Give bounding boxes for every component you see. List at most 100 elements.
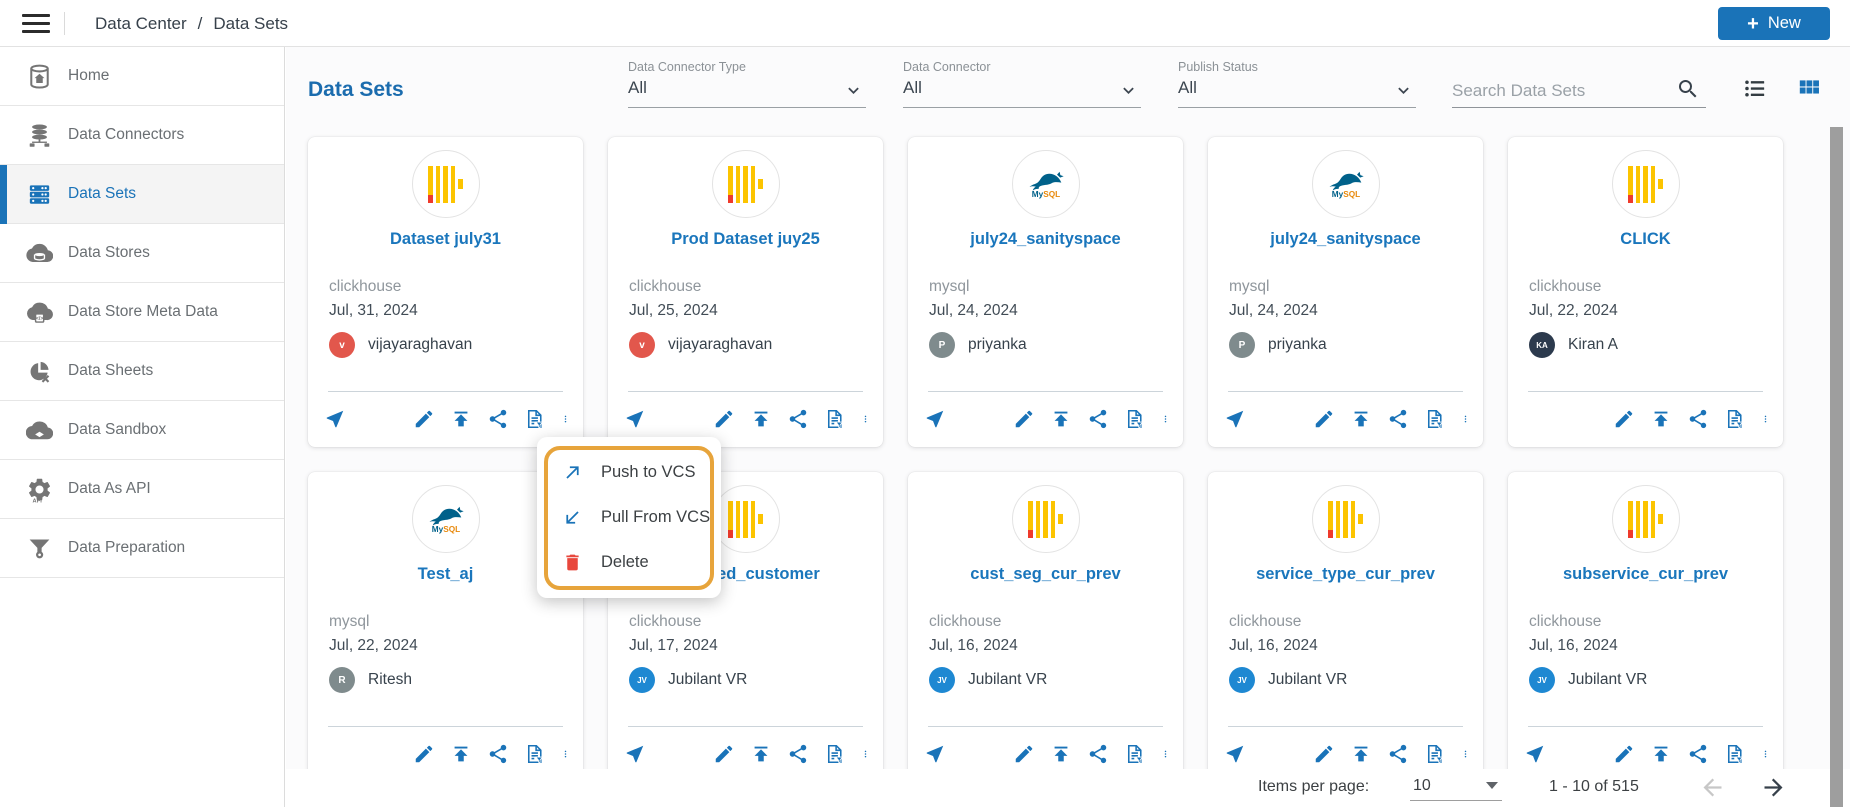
more-options-icon[interactable]: [1761, 743, 1770, 765]
edit-icon[interactable]: [1313, 743, 1335, 765]
card-action-bar: [624, 735, 870, 773]
copy-filter-icon[interactable]: [1424, 408, 1446, 430]
share-icon[interactable]: [1687, 408, 1709, 430]
breadcrumb-data-sets[interactable]: Data Sets: [213, 14, 288, 34]
dataset-name-link[interactable]: CLICK: [1512, 230, 1779, 249]
more-options-icon[interactable]: [1461, 743, 1470, 765]
copy-filter-icon[interactable]: [524, 743, 546, 765]
send-icon[interactable]: [324, 408, 346, 430]
dataset-name-link[interactable]: july24_sanityspace: [1212, 230, 1479, 249]
filter-data-connector-type[interactable]: Data Connector Type All: [628, 60, 866, 108]
sidebar-item-home[interactable]: Home: [0, 47, 284, 106]
search-icon[interactable]: [1676, 77, 1700, 101]
copy-filter-icon[interactable]: [524, 408, 546, 430]
sidebar-item-data-sandbox[interactable]: Data Sandbox: [0, 401, 284, 460]
edit-icon[interactable]: [1013, 408, 1035, 430]
publish-icon[interactable]: [1050, 743, 1072, 765]
send-icon[interactable]: [624, 408, 646, 430]
grid-view-icon[interactable]: [1796, 76, 1822, 99]
send-icon[interactable]: [1224, 743, 1246, 765]
share-icon[interactable]: [1687, 743, 1709, 765]
publish-icon[interactable]: [1350, 408, 1372, 430]
more-options-icon[interactable]: [1161, 408, 1170, 430]
new-button[interactable]: + New: [1718, 7, 1830, 40]
send-icon[interactable]: [1524, 743, 1546, 765]
sidebar-item-data-store-meta-data[interactable]: </> Data Store Meta Data: [0, 283, 284, 342]
more-options-icon[interactable]: [1761, 408, 1770, 430]
send-icon[interactable]: [924, 408, 946, 430]
sidebar-item-data-connectors[interactable]: Data Connectors: [0, 106, 284, 165]
search-input[interactable]: [1452, 81, 1662, 101]
send-icon[interactable]: [624, 743, 646, 765]
dataset-card-service-type-cur-prev: service_type_cur_prev clickhouse Jul, 16…: [1208, 472, 1483, 782]
edit-icon[interactable]: [1613, 743, 1635, 765]
vertical-scrollbar[interactable]: [1830, 127, 1843, 807]
publish-icon[interactable]: [450, 743, 472, 765]
publish-icon[interactable]: [750, 408, 772, 430]
edit-icon[interactable]: [1613, 408, 1635, 430]
dataset-name-link[interactable]: service_type_cur_prev: [1212, 565, 1479, 584]
publish-icon[interactable]: [450, 408, 472, 430]
edit-icon[interactable]: [413, 743, 435, 765]
edit-icon[interactable]: [713, 408, 735, 430]
sidebar-item-data-as-api[interactable]: API Data As API: [0, 460, 284, 519]
more-options-icon[interactable]: [561, 743, 570, 765]
publish-icon[interactable]: [1650, 743, 1672, 765]
copy-filter-icon[interactable]: [1124, 743, 1146, 765]
dataset-name-link[interactable]: Prod Dataset juy25: [612, 230, 879, 249]
dataset-name-link[interactable]: Dataset july31: [312, 230, 579, 249]
edit-icon[interactable]: [413, 408, 435, 430]
publish-icon[interactable]: [1050, 408, 1072, 430]
filter-data-connector[interactable]: Data Connector All: [903, 60, 1141, 108]
publish-icon[interactable]: [1650, 408, 1672, 430]
filter-publish-status[interactable]: Publish Status All: [1178, 60, 1416, 108]
menu-item-push-to-vcs[interactable]: Push to VCS: [537, 450, 721, 495]
copy-filter-icon[interactable]: [1724, 408, 1746, 430]
hamburger-icon[interactable]: [22, 14, 50, 33]
sidebar-item-data-stores[interactable]: Data Stores: [0, 224, 284, 283]
sidebar-item-data-sheets[interactable]: Data Sheets: [0, 342, 284, 401]
edit-icon[interactable]: [1013, 743, 1035, 765]
share-icon[interactable]: [1387, 743, 1409, 765]
sidebar-item-data-sets[interactable]: Data Sets: [0, 165, 284, 224]
edit-icon[interactable]: [713, 743, 735, 765]
previous-page-icon[interactable]: [1699, 774, 1726, 801]
send-icon[interactable]: [924, 743, 946, 765]
dataset-name-link[interactable]: subservice_cur_prev: [1512, 565, 1779, 584]
edit-icon[interactable]: [1313, 408, 1335, 430]
more-options-icon[interactable]: [861, 408, 870, 430]
copy-filter-icon[interactable]: [824, 408, 846, 430]
share-icon[interactable]: [1087, 743, 1109, 765]
share-icon[interactable]: [787, 408, 809, 430]
copy-filter-icon[interactable]: [824, 743, 846, 765]
sidebar-item-label: Data Sandbox: [68, 421, 166, 439]
share-icon[interactable]: [487, 408, 509, 430]
breadcrumb-data-center[interactable]: Data Center: [95, 14, 187, 34]
publish-icon[interactable]: [1350, 743, 1372, 765]
share-icon[interactable]: [787, 743, 809, 765]
menu-item-pull-from-vcs[interactable]: Pull From VCS: [537, 495, 721, 540]
copy-filter-icon[interactable]: [1724, 743, 1746, 765]
copy-filter-icon[interactable]: [1424, 743, 1446, 765]
more-options-icon[interactable]: [561, 408, 570, 430]
send-icon[interactable]: [1224, 408, 1246, 430]
menu-item-delete[interactable]: Delete: [537, 540, 721, 585]
arrow-down-left-icon: [562, 507, 583, 528]
menu-item-label: Pull From VCS: [601, 508, 710, 527]
publish-icon[interactable]: [750, 743, 772, 765]
owner-name-label: Jubilant VR: [1568, 671, 1647, 689]
items-per-page-select[interactable]: 10: [1410, 773, 1502, 801]
copy-filter-icon[interactable]: [1124, 408, 1146, 430]
share-icon[interactable]: [487, 743, 509, 765]
dataset-name-link[interactable]: july24_sanityspace: [912, 230, 1179, 249]
sidebar-item-data-preparation[interactable]: Data Preparation: [0, 519, 284, 578]
share-icon[interactable]: [1087, 408, 1109, 430]
more-options-icon[interactable]: [1161, 743, 1170, 765]
dataset-name-link[interactable]: cust_seg_cur_prev: [912, 565, 1179, 584]
more-options-icon[interactable]: [861, 743, 870, 765]
more-options-icon[interactable]: [1461, 408, 1470, 430]
list-view-icon[interactable]: [1740, 76, 1770, 101]
next-page-icon[interactable]: [1760, 774, 1787, 801]
share-icon[interactable]: [1387, 408, 1409, 430]
dataset-card-july24-sanityspace: MySQL july24_sanityspace mysql Jul, 24, …: [1208, 137, 1483, 447]
